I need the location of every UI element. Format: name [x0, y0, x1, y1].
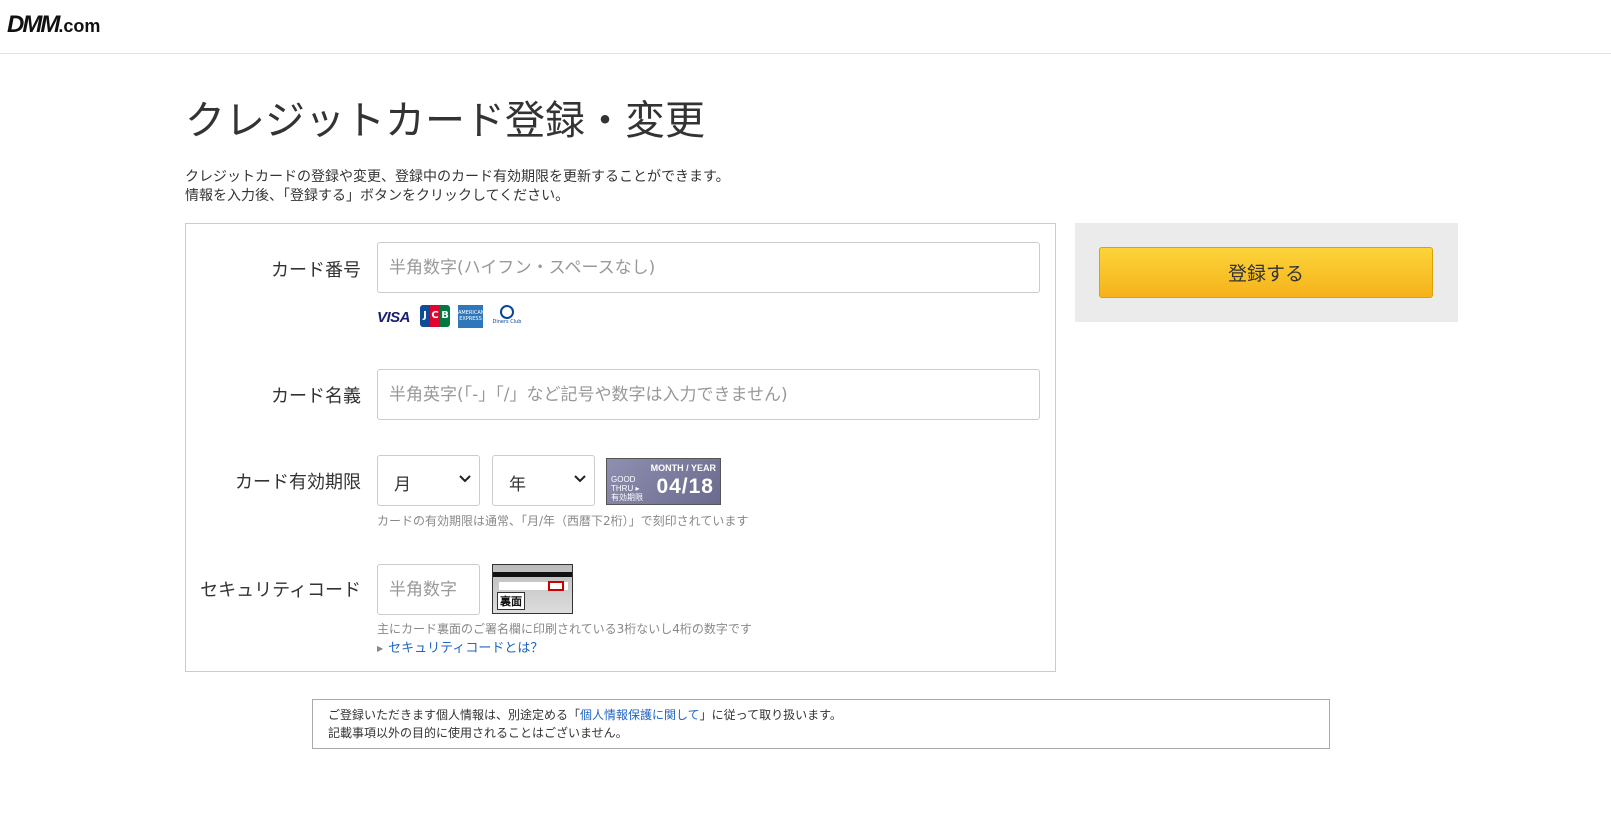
- card-number-label: カード番号: [271, 260, 361, 281]
- card-back-image: 裏面: [492, 564, 573, 614]
- intro-line-2: 情報を入力後、「登録する」ボタンをクリックしてください。: [185, 188, 570, 204]
- expiry-year-select[interactable]: 年: [492, 455, 595, 506]
- security-code-highlight: [548, 581, 564, 591]
- logo-main: DMM: [7, 11, 60, 38]
- expiry-image-jp: 有効期限: [611, 493, 643, 502]
- magnetic-stripe: [493, 572, 572, 577]
- privacy-line-2: 記載事項以外の目的に使用されることはございません。: [328, 726, 628, 740]
- jcb-letter-c: C: [430, 305, 440, 327]
- expiry-image-good: GOOD: [611, 475, 636, 484]
- expiry-month-value: 月: [394, 475, 411, 495]
- expiry-image-month-year: MONTH / YEAR: [650, 463, 716, 473]
- diners-text: Diners Club: [492, 319, 522, 325]
- security-code-label: セキュリティコード: [200, 580, 361, 601]
- card-number-input[interactable]: [377, 242, 1040, 293]
- dmm-logo[interactable]: DMM.com: [7, 11, 100, 39]
- logo-suffix: .com: [58, 16, 101, 36]
- site-header: DMM.com: [0, 0, 1611, 54]
- register-button[interactable]: 登録する: [1099, 247, 1433, 298]
- visa-logo: VISA: [377, 309, 411, 326]
- expiry-image-date: 04/18: [656, 475, 714, 498]
- diners-logo: Diners Club: [491, 305, 523, 329]
- triangle-right-icon: ▶: [377, 644, 384, 653]
- card-name-label: カード名義: [271, 386, 361, 407]
- jcb-letter-j: J: [420, 305, 430, 327]
- expiry-example-image: MONTH / YEAR GOOD THRU ▸ 有効期限 04/18: [606, 458, 721, 505]
- security-code-link-text: セキュリティコードとは？: [388, 641, 544, 656]
- security-code-input[interactable]: [377, 564, 480, 615]
- expiry-hint: カードの有効期限は通常、「月/年（西暦下2桁）」で刻印されています: [377, 514, 749, 528]
- page-intro: クレジットカードの登録や変更、登録中のカード有効期限を更新することができます。 …: [185, 168, 730, 206]
- privacy-notice: ご登録いただきます個人情報は、別途定める「個人情報保護に関して」に従って取り扱い…: [312, 699, 1330, 749]
- page-title: クレジットカード登録・変更: [185, 98, 705, 144]
- jcb-logo: J C B: [420, 305, 450, 327]
- intro-line-1: クレジットカードの登録や変更、登録中のカード有効期限を更新することができます。: [185, 169, 730, 185]
- security-code-hint: 主にカード裏面のご署名欄に印刷されている3桁ないし4桁の数字です: [377, 622, 752, 636]
- chevron-down-icon: [459, 471, 471, 487]
- expiry-label: カード有効期限: [235, 472, 361, 493]
- card-form: カード番号 VISA J C B AMERICAN EXPRESS Diners…: [185, 223, 1056, 672]
- security-code-info-link[interactable]: ▶ セキュリティコードとは？: [377, 637, 543, 656]
- expiry-month-select[interactable]: 月: [377, 455, 480, 506]
- privacy-post: 」に従って取り扱います。: [699, 708, 842, 722]
- expiry-image-thru: THRU ▸: [611, 484, 640, 493]
- card-name-input[interactable]: [377, 369, 1040, 420]
- privacy-pre: ご登録いただきます個人情報は、別途定める「: [328, 708, 581, 722]
- privacy-line-1: ご登録いただきます個人情報は、別途定める「個人情報保護に関して」に従って取り扱い…: [328, 706, 1314, 724]
- chevron-down-icon: [574, 471, 586, 487]
- jcb-letter-b: B: [440, 305, 450, 327]
- expiry-image-good-thru: GOOD THRU ▸ 有効期限: [611, 475, 643, 502]
- diners-circle-icon: [500, 305, 514, 319]
- expiry-year-value: 年: [509, 475, 526, 495]
- privacy-policy-link[interactable]: 個人情報保護に関して: [580, 708, 700, 722]
- amex-logo: AMERICAN EXPRESS: [458, 305, 485, 328]
- submit-panel: 登録する: [1075, 223, 1458, 322]
- card-back-label: 裏面: [497, 592, 525, 610]
